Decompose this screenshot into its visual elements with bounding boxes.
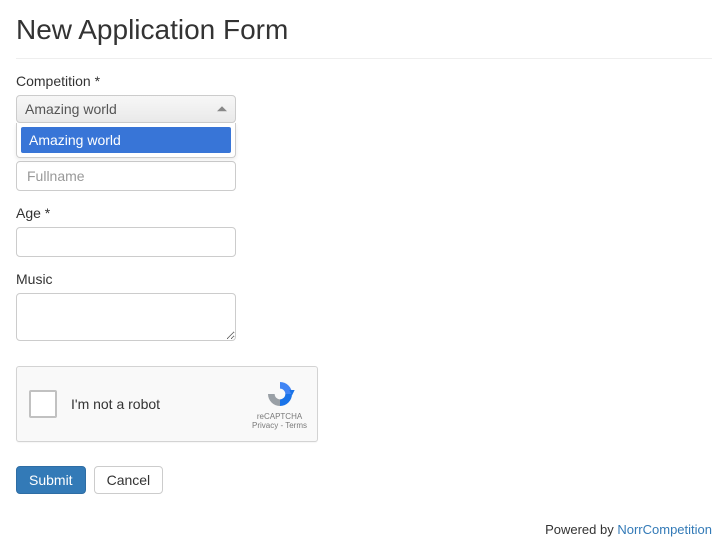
competition-select-display[interactable]: Amazing world: [16, 95, 236, 123]
button-row: Submit Cancel: [16, 466, 712, 494]
footer-link[interactable]: NorrCompetition: [617, 522, 712, 537]
recaptcha-brand-text: reCAPTCHA: [257, 412, 302, 421]
recaptcha-checkbox[interactable]: [29, 390, 57, 418]
competition-field: Competition * Amazing world Amazing worl…: [16, 73, 712, 123]
recaptcha-brand: reCAPTCHA Privacy - Terms: [252, 378, 307, 430]
age-input[interactable]: [16, 227, 236, 257]
competition-select[interactable]: Amazing world Amazing world: [16, 95, 236, 123]
music-field: Music: [16, 271, 712, 344]
recaptcha-links[interactable]: Privacy - Terms: [252, 421, 307, 430]
footer: Powered by NorrCompetition: [16, 522, 712, 537]
divider: [16, 58, 712, 59]
cancel-button[interactable]: Cancel: [94, 466, 164, 494]
recaptcha-label: I'm not a robot: [71, 396, 252, 412]
footer-text: Powered by: [545, 522, 617, 537]
competition-selected-value: Amazing world: [25, 101, 117, 117]
competition-dropdown: Amazing world: [16, 123, 236, 158]
fullname-input[interactable]: [16, 161, 236, 191]
music-label: Music: [16, 271, 712, 287]
chevron-up-icon: [217, 106, 227, 111]
recaptcha-icon: [264, 378, 296, 410]
music-textarea[interactable]: [16, 293, 236, 341]
submit-button[interactable]: Submit: [16, 466, 86, 494]
competition-label: Competition *: [16, 73, 712, 89]
competition-option[interactable]: Amazing world: [21, 127, 231, 153]
fullname-field: [16, 161, 712, 191]
age-field: Age *: [16, 205, 712, 257]
recaptcha-widget: I'm not a robot reCAPTCHA Privacy - Term…: [16, 366, 318, 442]
age-label: Age *: [16, 205, 712, 221]
page-title: New Application Form: [16, 14, 712, 46]
